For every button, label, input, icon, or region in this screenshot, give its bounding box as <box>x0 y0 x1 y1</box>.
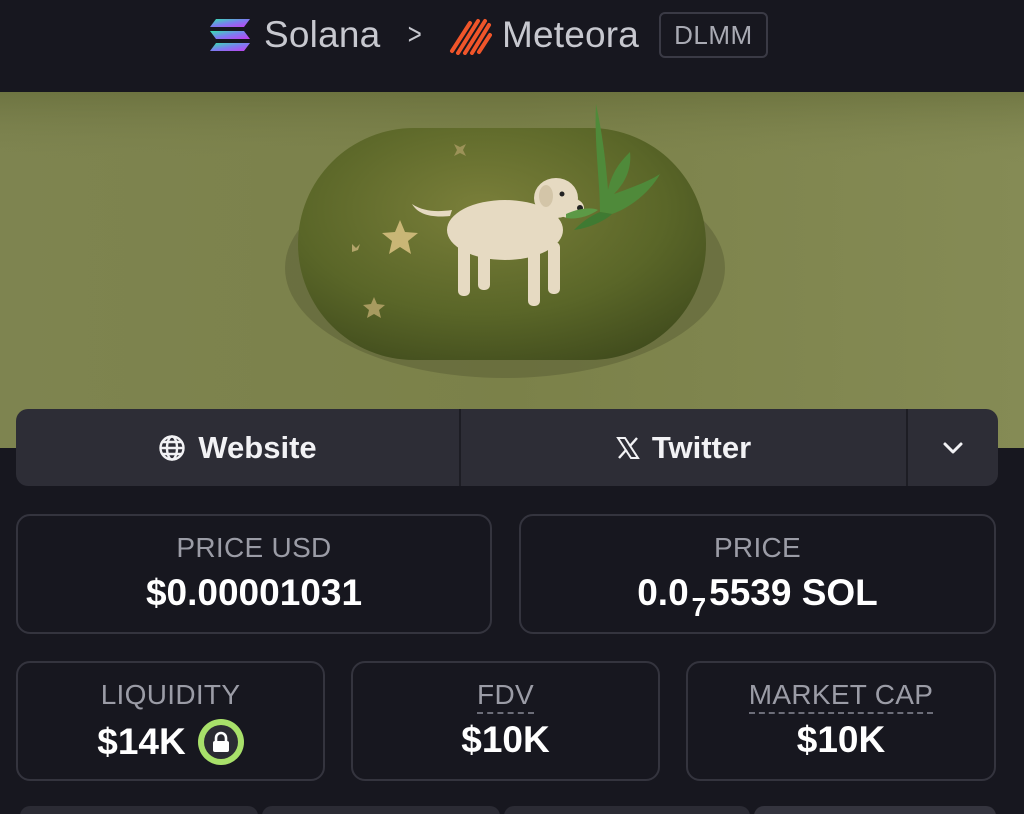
twitter-button[interactable]: Twitter <box>461 409 908 486</box>
liquidity-card: LIQUIDITY $14K <box>16 661 325 781</box>
liquidity-label: LIQUIDITY <box>100 679 241 710</box>
price-usd-value: $0.00001031 <box>145 572 363 613</box>
token-page: Solana > Meteora DLMM Website Twitter PR… <box>0 0 1024 814</box>
price-sol-prefix: 0.0 <box>637 572 689 613</box>
tab-stub[interactable] <box>754 806 996 814</box>
price-usd-card: PRICE USD $0.00001031 <box>16 514 492 634</box>
breadcrumb: Solana > Meteora DLMM <box>208 12 768 58</box>
price-sol-suffix: 5539 SOL <box>709 572 878 613</box>
price-usd-label: PRICE USD <box>176 532 332 563</box>
twitter-label: Twitter <box>651 429 752 465</box>
price-sol-label: PRICE <box>713 532 802 563</box>
fdv-card: FDV $10K <box>351 661 660 781</box>
solana-icon <box>208 17 252 53</box>
breadcrumb-separator: > <box>408 18 423 51</box>
token-banner-image <box>0 92 1024 448</box>
price-sol-zero-count: 7 <box>691 591 707 622</box>
dex-name[interactable]: Meteora <box>502 14 639 56</box>
social-links-bar: Website Twitter <box>16 409 998 486</box>
tab-stub[interactable] <box>504 806 750 814</box>
price-sol-card: PRICE 0.0 7 5539 SOL <box>519 514 996 634</box>
market-cap-card: MARKET CAP $10K <box>686 661 996 781</box>
pool-type-badge: DLMM <box>659 12 768 58</box>
market-cap-label[interactable]: MARKET CAP <box>748 679 934 714</box>
meteora-icon <box>448 15 492 55</box>
fdv-value: $10K <box>461 719 550 760</box>
chain-name[interactable]: Solana <box>264 14 380 56</box>
website-label: Website <box>198 429 317 465</box>
tab-stub[interactable] <box>20 806 258 814</box>
tab-stub[interactable] <box>262 806 500 814</box>
header: Solana > Meteora DLMM <box>0 0 1024 92</box>
chevron-down-icon <box>941 440 965 456</box>
liquidity-value: $14K <box>97 721 186 762</box>
globe-icon <box>158 434 186 462</box>
more-links-button[interactable] <box>908 409 998 486</box>
fdv-label[interactable]: FDV <box>477 679 534 714</box>
x-icon <box>616 436 640 460</box>
website-button[interactable]: Website <box>16 409 461 486</box>
market-cap-value: $10K <box>796 719 886 760</box>
lock-icon[interactable] <box>197 719 244 765</box>
price-sol-value: 0.0 7 5539 SOL <box>521 572 994 622</box>
liquidity-value-row: $14K <box>18 719 323 765</box>
